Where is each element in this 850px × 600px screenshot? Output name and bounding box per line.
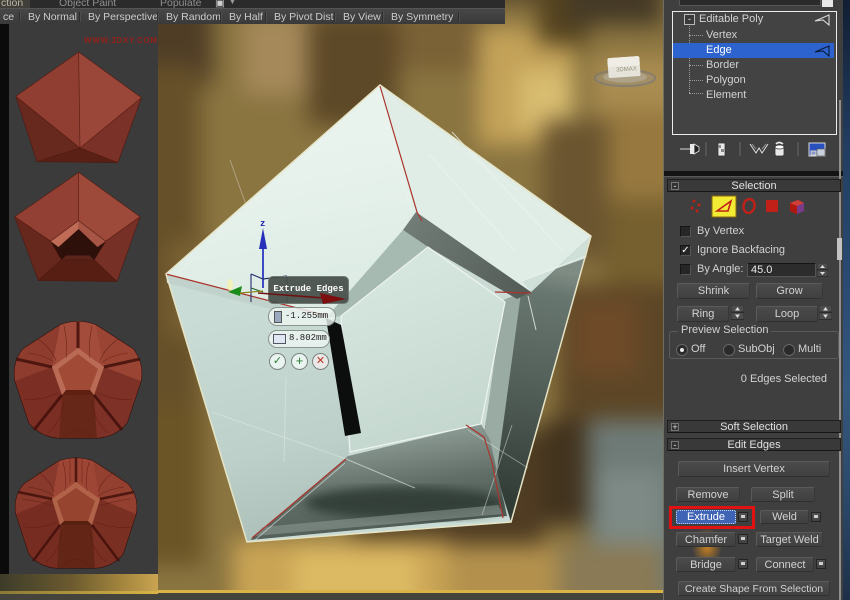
svg-text:z: z [260,219,265,229]
